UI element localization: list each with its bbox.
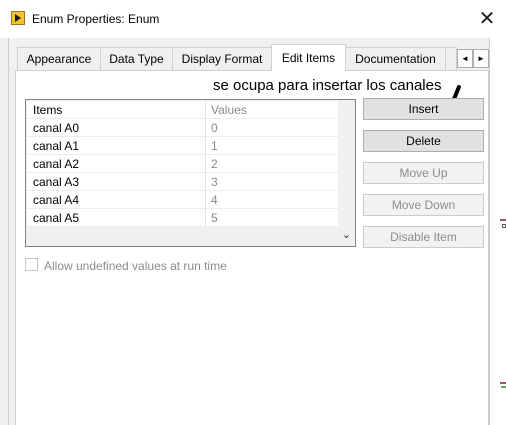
tab-scroll-left-button[interactable]: ◄ xyxy=(457,49,473,68)
table-row[interactable]: canal A0 0 xyxy=(27,119,338,137)
item-name[interactable]: canal A0 xyxy=(33,119,79,137)
delete-button[interactable]: Delete xyxy=(363,130,484,152)
column-divider xyxy=(205,209,206,227)
column-divider xyxy=(205,191,206,209)
tab-scroll-right-button[interactable]: ► xyxy=(473,49,489,68)
background-right-strip xyxy=(490,38,506,425)
items-values-table[interactable]: Items Values canal A0 0 canal A1 1 canal… xyxy=(25,99,356,247)
item-value[interactable]: 0 xyxy=(211,119,218,137)
background-left-edge xyxy=(8,38,9,425)
column-header-values: Values xyxy=(211,103,247,117)
table-row[interactable]: canal A1 1 xyxy=(27,137,338,155)
column-divider xyxy=(205,173,206,191)
allow-undefined-values-label: Allow undefined values at run time xyxy=(44,259,227,273)
column-header-items: Items xyxy=(33,103,63,117)
item-value[interactable]: 3 xyxy=(211,173,218,191)
item-value[interactable]: 4 xyxy=(211,191,218,209)
insert-button[interactable]: Insert xyxy=(363,98,484,120)
close-button[interactable]: ✕ xyxy=(474,6,500,32)
window-title: Enum Properties: Enum xyxy=(32,12,160,26)
disable-item-button[interactable]: Disable Item xyxy=(363,226,484,248)
column-divider xyxy=(205,155,206,173)
table-row[interactable]: canal A4 4 xyxy=(27,191,338,209)
tab-display-format[interactable]: Display Format xyxy=(172,47,272,70)
tab-truncated[interactable] xyxy=(445,47,457,70)
table-scrollbar[interactable] xyxy=(338,101,355,245)
labview-app-icon xyxy=(11,11,25,25)
tab-documentation[interactable]: Documentation xyxy=(345,47,446,70)
background-wire-mark xyxy=(501,386,506,388)
scroll-down-arrow-icon[interactable]: ⌄ xyxy=(338,227,355,244)
background-left-strip xyxy=(0,38,8,425)
annotation-text: se ocupa para insertar los canales xyxy=(213,77,442,94)
item-value[interactable]: 2 xyxy=(211,155,218,173)
item-value[interactable]: 5 xyxy=(211,209,218,227)
background-wire-mark xyxy=(500,219,506,221)
item-name[interactable]: canal A1 xyxy=(33,137,79,155)
move-down-button[interactable]: Move Down xyxy=(363,194,484,216)
allow-undefined-values-checkbox[interactable] xyxy=(25,258,38,271)
column-divider xyxy=(205,119,206,137)
background-wire-mark xyxy=(502,224,506,228)
tab-edit-items[interactable]: Edit Items xyxy=(271,44,346,71)
tab-data-type[interactable]: Data Type xyxy=(100,47,173,70)
tab-appearance[interactable]: Appearance xyxy=(17,47,101,70)
table-row[interactable]: canal A3 3 xyxy=(27,173,338,191)
move-up-button[interactable]: Move Up xyxy=(363,162,484,184)
item-name[interactable]: canal A2 xyxy=(33,155,79,173)
item-name[interactable]: canal A4 xyxy=(33,191,79,209)
column-divider xyxy=(205,101,206,119)
table-header-row: Items Values xyxy=(27,101,338,119)
item-value[interactable]: 1 xyxy=(211,137,218,155)
background-wire-mark xyxy=(500,382,506,384)
column-divider xyxy=(205,137,206,155)
item-name[interactable]: canal A3 xyxy=(33,173,79,191)
table-row[interactable]: canal A5 5 xyxy=(27,209,338,227)
table-row[interactable]: canal A2 2 xyxy=(27,155,338,173)
item-name[interactable]: canal A5 xyxy=(33,209,79,227)
